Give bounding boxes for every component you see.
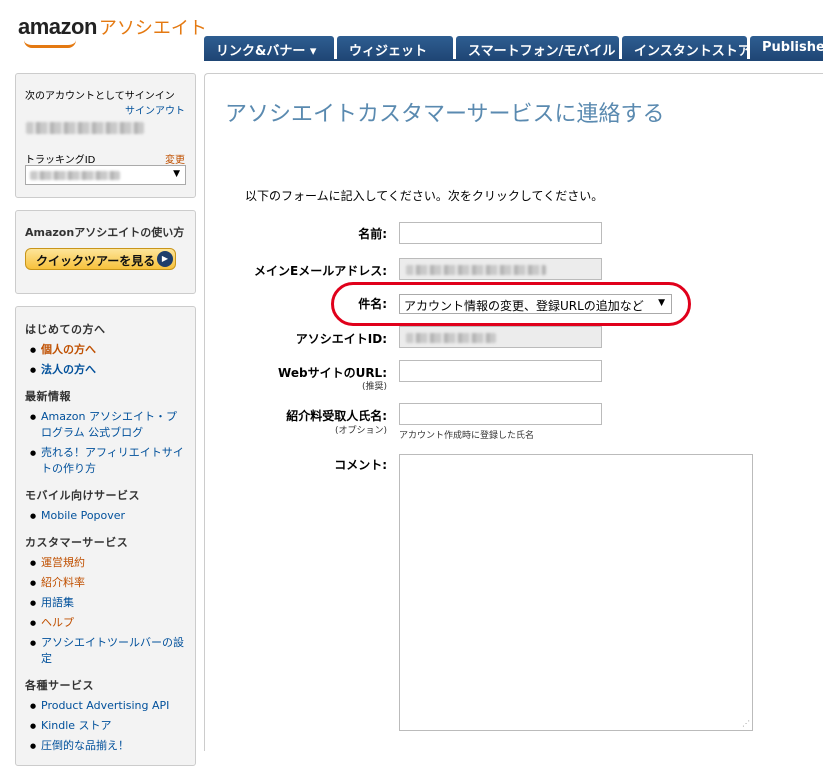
resize-grip-icon[interactable]: ⋰ (742, 719, 750, 728)
link-product-advertising-api[interactable]: Product Advertising API (25, 698, 186, 714)
comment-textarea[interactable]: ⋰ (399, 454, 753, 731)
tab-widgets[interactable]: ウィジェット (337, 36, 453, 60)
signout-link[interactable]: サインアウト (125, 102, 185, 117)
intro-text: 以下のフォームに記入してください。次をクリックしてください。 (245, 189, 604, 203)
link-glossary[interactable]: 用語集 (25, 595, 186, 611)
link-help[interactable]: ヘルプ (25, 615, 186, 631)
sidebar: 次のアカウントとしてサインイン サインアウト トラッキングID 変更 ▼ Ama… (15, 73, 196, 778)
header: amazon アソシエイト リンク&バナー ▾ ウィジェット スマートフォン/モバ… (0, 0, 823, 61)
logo-sub: アソシエイト (98, 18, 207, 39)
tracking-id-label: トラッキングID (25, 155, 96, 166)
link-individuals[interactable]: 個人の方へ (25, 342, 186, 358)
section-title: モバイル向けサービス (25, 489, 140, 502)
nav-tabs: リンク&バナー ▾ ウィジェット スマートフォン/モバイル インスタントストア … (204, 36, 823, 60)
associate-id-redacted (406, 333, 496, 343)
account-box: 次のアカウントとしてサインイン サインアウト トラッキングID 変更 ▼ (15, 73, 196, 198)
payee-label: 紹介料受取人氏名: (286, 409, 387, 423)
tab-instant-store[interactable]: インスタントストア (622, 36, 747, 60)
amazon-associates-logo[interactable]: amazon アソシエイト (18, 14, 207, 48)
name-input[interactable] (399, 222, 602, 244)
payee-hint: アカウント作成時に登録した氏名 (399, 431, 535, 441)
tracking-id-select[interactable]: ▼ (25, 165, 186, 185)
howto-title: Amazonアソシエイトの使い方 (25, 226, 185, 239)
section-title: カスタマーサービス (25, 536, 129, 549)
email-label: メインEメールアドレス: (254, 264, 387, 278)
website-url-input[interactable] (399, 360, 602, 382)
tab-smartphone-mobile[interactable]: スマートフォン/モバイル (456, 36, 619, 60)
associate-id-field (399, 326, 602, 348)
quick-tour-label: クイックツアーを見る (36, 254, 156, 268)
link-affiliate-site-guide[interactable]: 売れる！アフィリエイトサイトの作り方 (25, 445, 186, 477)
link-official-blog[interactable]: Amazon アソシエイト・プログラム 公式ブログ (25, 409, 186, 441)
comment-label: コメント: (334, 458, 387, 472)
link-terms[interactable]: 運営規約 (25, 555, 186, 571)
logo-text: amazon (18, 14, 97, 39)
section-title: 最新情報 (25, 390, 71, 403)
section-title: はじめての方へ (25, 323, 106, 336)
email-field (399, 258, 602, 280)
change-link[interactable]: 変更 (165, 151, 185, 166)
dropdown-arrow-icon: ▼ (173, 169, 180, 179)
account-name-redacted (26, 122, 144, 134)
tab-underline (204, 59, 823, 61)
play-icon: ▶ (157, 251, 173, 267)
name-label: 名前: (358, 227, 387, 241)
payee-name-input[interactable] (399, 403, 602, 425)
howto-box: Amazonアソシエイトの使い方 クイックツアーを見る ▶ (15, 210, 196, 294)
associate-id-label: アソシエイトID: (295, 332, 387, 346)
payee-note: (オプション) (334, 426, 387, 436)
smile-icon (24, 40, 76, 48)
tab-publisher[interactable]: Publisher (750, 36, 823, 60)
link-fee-rates[interactable]: 紹介料率 (25, 575, 186, 591)
highlight-annotation (331, 282, 691, 326)
page-title: アソシエイトカスタマーサービスに連絡する (225, 102, 665, 127)
section-title: 各種サービス (25, 679, 94, 692)
main-content: アソシエイトカスタマーサービスに連絡する 以下のフォームに記入してください。次を… (204, 73, 823, 751)
email-redacted (406, 265, 546, 275)
tracking-id-redacted (30, 171, 120, 180)
website-note: (推奨) (361, 382, 387, 392)
link-kindle-store[interactable]: Kindle ストア (25, 718, 186, 734)
link-selection[interactable]: 圧倒的な品揃え！ (25, 738, 186, 754)
link-toolbar-settings[interactable]: アソシエイトツールバーの設定 (25, 635, 186, 667)
link-corporations[interactable]: 法人の方へ (25, 362, 186, 378)
link-mobile-popover[interactable]: Mobile Popover (25, 508, 186, 524)
links-box: はじめての方へ 個人の方へ 法人の方へ 最新情報 Amazon アソシエイト・プ… (15, 306, 196, 766)
quick-tour-button[interactable]: クイックツアーを見る ▶ (25, 248, 176, 270)
signin-label: 次のアカウントとしてサインイン (25, 91, 175, 102)
tab-links-banners[interactable]: リンク&バナー ▾ (204, 36, 334, 60)
